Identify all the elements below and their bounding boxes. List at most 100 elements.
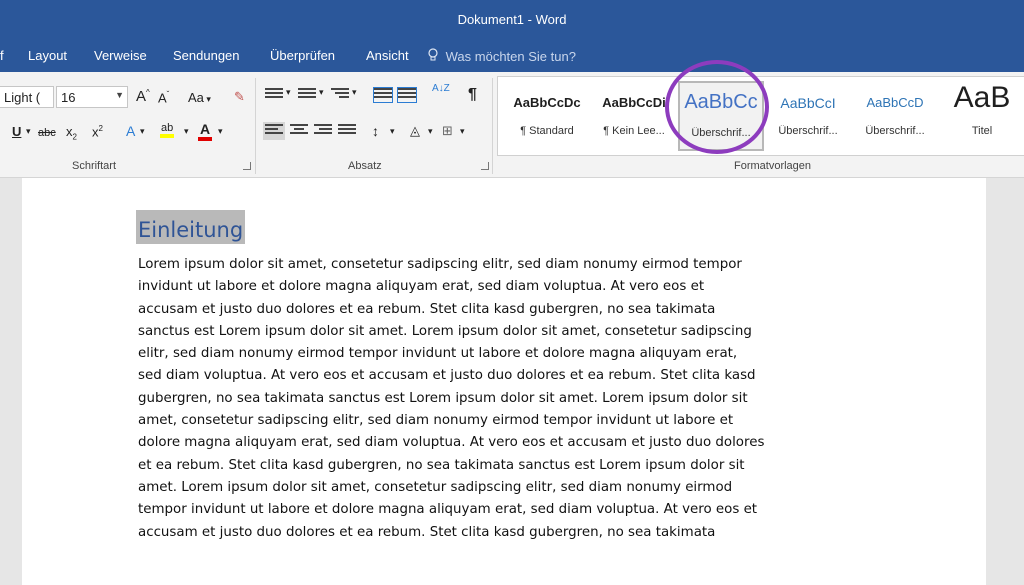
- pilcrow-icon[interactable]: ¶: [468, 86, 477, 104]
- subscript-button[interactable]: x2: [66, 124, 77, 142]
- align-left-icon[interactable]: [263, 122, 285, 140]
- numbering-icon[interactable]: [298, 88, 316, 102]
- paragraph-group-label: Absatz: [348, 160, 382, 172]
- align-center-icon[interactable]: [290, 124, 308, 138]
- body-line: amet, consetetur sadipscing elitr, sed d…: [138, 413, 734, 429]
- style-name: ¶ Standard: [520, 125, 574, 137]
- increase-indent-icon[interactable]: [397, 87, 417, 103]
- font-size-value: 16: [61, 90, 76, 105]
- style-ueberschrift-2[interactable]: AaBbCcI Überschrif...: [765, 81, 851, 151]
- chevron-down-icon[interactable]: ▾: [184, 126, 189, 137]
- grow-font-button[interactable]: A^: [136, 88, 150, 105]
- window-title: Dokument1 - Word: [457, 12, 567, 27]
- shrink-font-label: A: [158, 90, 167, 106]
- chevron-down-icon[interactable]: ▾: [390, 126, 395, 137]
- decrease-indent-icon[interactable]: [373, 87, 393, 103]
- tab-ueberpruefen[interactable]: Überprüfen: [270, 48, 335, 63]
- word-window: Dokument1 - Word f Layout Verweise Sendu…: [0, 0, 1024, 585]
- chevron-down-icon[interactable]: ▾: [319, 87, 324, 98]
- justify-icon[interactable]: [338, 124, 356, 138]
- tab-partial[interactable]: f: [0, 48, 4, 63]
- chevron-down-icon[interactable]: ▾: [286, 87, 291, 98]
- lightbulb-icon: [428, 48, 442, 64]
- change-case-button[interactable]: Aa ▾: [188, 90, 211, 105]
- style-sample: AaBbCcDc: [513, 95, 581, 110]
- group-divider: [492, 78, 493, 174]
- body-line: accusam et justo duo dolores et ea rebum…: [138, 524, 716, 540]
- bullets-icon[interactable]: [265, 88, 283, 102]
- tell-me-box[interactable]: Was möchten Sie tun?: [428, 48, 576, 64]
- body-line: amet. Lorem ipsum dolor sit amet, conset…: [138, 479, 733, 495]
- body-line: tempor invidunt ut labore et dolore magn…: [138, 502, 758, 518]
- style-kein-leerraum[interactable]: AaBbCcDi ¶ Kein Lee...: [591, 81, 677, 151]
- style-ueberschrift-1[interactable]: AaBbCc Überschrif...: [678, 81, 764, 151]
- document-page[interactable]: Einleitung Lorem ipsum dolor sit amet, c…: [22, 178, 986, 585]
- chevron-down-icon[interactable]: ▾: [26, 126, 31, 137]
- multilevel-list-icon[interactable]: [331, 88, 349, 102]
- style-titel[interactable]: AaB Titel: [939, 81, 1024, 151]
- chevron-down-icon[interactable]: ▾: [352, 87, 357, 98]
- strikethrough-button[interactable]: abc: [38, 127, 56, 139]
- text-effects-button[interactable]: A: [126, 123, 135, 139]
- body-line: sed diam voluptua. At vero eos et accusa…: [138, 368, 756, 384]
- chevron-down-icon[interactable]: ▾: [460, 126, 465, 137]
- style-ueberschrift-3[interactable]: AaBbCcD Überschrif...: [852, 81, 938, 151]
- body-line: et ea rebum. Stet clita kasd gubergren, …: [138, 457, 745, 473]
- underline-button[interactable]: U: [12, 124, 21, 139]
- font-name-box[interactable]: Light (: [0, 86, 54, 108]
- body-line: gubergren, no sea takimata sanctus est L…: [138, 390, 748, 406]
- font-size-box[interactable]: 16 ▼: [56, 86, 128, 108]
- line-spacing-icon[interactable]: ↕: [372, 123, 379, 139]
- superscript-button[interactable]: x2: [92, 124, 103, 139]
- style-sample: AaB: [953, 81, 1011, 114]
- body-line: invidunt ut labore et dolore magna aliqu…: [138, 279, 705, 295]
- body-line: Lorem ipsum dolor sit amet, consetetur s…: [138, 257, 742, 272]
- document-heading[interactable]: Einleitung: [136, 210, 246, 244]
- title-bar: Dokument1 - Word: [0, 0, 1024, 38]
- tab-verweise[interactable]: Verweise: [94, 48, 147, 63]
- style-name: Überschrif...: [865, 125, 925, 137]
- subscript-mark: 2: [72, 132, 77, 142]
- style-sample: AaBbCcDi: [602, 95, 666, 110]
- style-sample: AaBbCcD: [866, 95, 924, 110]
- tell-me-text: Was möchten Sie tun?: [445, 49, 576, 64]
- chevron-down-icon[interactable]: ▾: [428, 126, 433, 137]
- grow-font-label: A: [136, 88, 147, 105]
- font-dialog-launcher-icon[interactable]: [243, 162, 251, 170]
- change-case-label: Aa: [188, 90, 204, 105]
- paragraph-dialog-launcher-icon[interactable]: [481, 162, 489, 170]
- tab-layout[interactable]: Layout: [28, 48, 67, 63]
- font-color-button[interactable]: A: [198, 121, 213, 141]
- style-name: Titel: [971, 125, 993, 137]
- style-name: Überschrif...: [778, 125, 838, 137]
- chevron-down-icon[interactable]: ▾: [218, 126, 223, 137]
- clear-format-icon[interactable]: ✎: [234, 89, 245, 105]
- style-name: Überschrif...: [691, 127, 751, 139]
- style-sample: AaBbCcI: [780, 95, 836, 111]
- styles-group-label: Formatvorlagen: [734, 160, 812, 172]
- ribbon-tabs: f Layout Verweise Sendungen Überprüfen A…: [0, 38, 1024, 72]
- sort-icon[interactable]: A↓Z: [432, 84, 450, 94]
- tab-sendungen[interactable]: Sendungen: [173, 48, 240, 63]
- body-line: sanctus est Lorem ipsum dolor sit amet. …: [138, 323, 752, 339]
- tab-ansicht[interactable]: Ansicht: [366, 48, 409, 63]
- shrink-font-button[interactable]: Aˇ: [158, 90, 169, 105]
- superscript-mark: 2: [98, 124, 103, 133]
- align-right-icon[interactable]: [314, 124, 332, 138]
- chevron-down-icon[interactable]: ▼: [115, 90, 124, 100]
- document-body[interactable]: Lorem ipsum dolor sit amet, consetetur s…: [138, 254, 878, 544]
- chevron-down-icon[interactable]: ▾: [140, 126, 145, 137]
- body-line: elitr, sed diam nonumy eirmod tempor inv…: [138, 346, 738, 362]
- style-sample: AaBbCc: [684, 91, 758, 113]
- font-group-label: Schriftart: [72, 160, 117, 172]
- shading-icon[interactable]: ◬: [410, 123, 420, 139]
- style-standard[interactable]: AaBbCcDc ¶ Standard: [504, 81, 590, 151]
- styles-gallery: AaBbCcDc ¶ Standard AaBbCcDi ¶ Kein Lee.…: [497, 76, 1024, 156]
- document-area[interactable]: Einleitung Lorem ipsum dolor sit amet, c…: [0, 178, 1024, 585]
- ribbon: Light ( 16 ▼ A^ Aˇ Aa ▾ ✎ U ▾ abc x2 x2 …: [0, 72, 1024, 178]
- style-name: ¶ Kein Lee...: [603, 125, 665, 137]
- group-divider: [255, 78, 256, 174]
- borders-icon[interactable]: ⊞: [442, 123, 453, 139]
- body-line: accusam et justo duo dolores et ea rebum…: [138, 301, 716, 317]
- highlight-button[interactable]: ab: [160, 122, 175, 138]
